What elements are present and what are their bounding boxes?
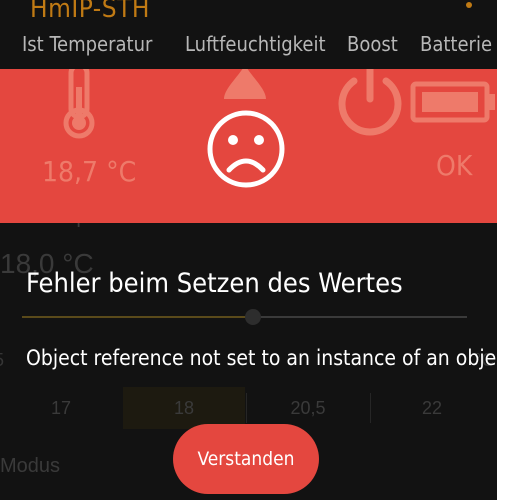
droplet-icon bbox=[224, 69, 266, 99]
battery-icon bbox=[410, 81, 495, 123]
preset-button-active[interactable]: 18 bbox=[123, 387, 245, 429]
tile-label-boost: Boost bbox=[347, 32, 398, 56]
mode-label: Modus bbox=[0, 455, 61, 477]
temperature-value: 18,7 °C bbox=[42, 155, 137, 188]
error-message: Object reference not set to an instance … bbox=[26, 346, 511, 370]
setpoint-slider-fill bbox=[22, 316, 253, 318]
tile-label-battery: Batterie bbox=[420, 32, 493, 56]
acknowledge-button[interactable]: Verstanden bbox=[173, 424, 319, 494]
preset-button[interactable]: 20,5 bbox=[247, 387, 369, 429]
menu-dot-icon[interactable] bbox=[466, 2, 472, 8]
setpoint-slider-handle[interactable] bbox=[245, 309, 261, 325]
tile-label-humidity: Luftfeuchtigkeit bbox=[185, 32, 326, 56]
thermometer-icon bbox=[63, 69, 95, 139]
device-title: HmIP-STH bbox=[30, 0, 150, 24]
preset-button[interactable]: 22 bbox=[371, 387, 493, 429]
preset-button[interactable]: 17 bbox=[0, 387, 122, 429]
tile-label-temperature: Ist Temperatur bbox=[22, 32, 153, 56]
preset-bar: 17 18 20,5 22 bbox=[0, 387, 511, 429]
scrollbar[interactable] bbox=[497, 0, 511, 500]
slider-min-label: 5 bbox=[0, 350, 4, 371]
power-icon bbox=[338, 69, 402, 136]
app-screen: HmIP-STH Ist Temperatur Luftfeuchtigkeit… bbox=[0, 0, 511, 500]
error-banner: 18,7 °C OK bbox=[0, 69, 497, 223]
error-title: Fehler beim Setzen des Wertes bbox=[26, 268, 403, 299]
sad-face-icon bbox=[207, 110, 285, 188]
battery-value: OK bbox=[436, 149, 473, 182]
